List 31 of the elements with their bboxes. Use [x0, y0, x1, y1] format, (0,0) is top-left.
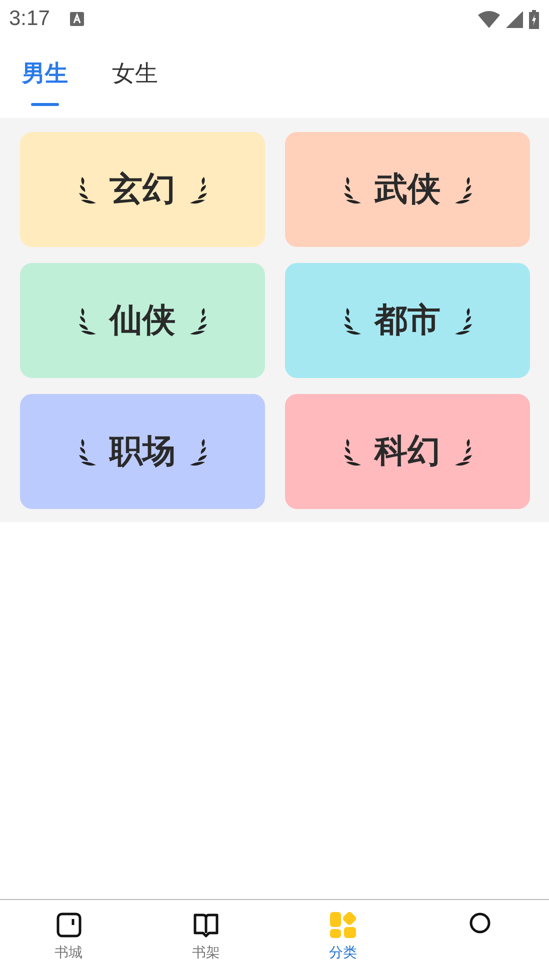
category-tab[interactable]: 男生 — [22, 38, 68, 108]
category-card[interactable]: 仙侠 — [20, 263, 265, 378]
battery-icon — [529, 10, 539, 28]
category-card[interactable]: 玄幻 — [20, 132, 265, 247]
keyboard-notification-icon — [70, 12, 84, 26]
category-label: 科幻 — [374, 430, 440, 472]
category-card[interactable]: 都市 — [285, 263, 530, 378]
category-card[interactable]: 科幻 — [285, 394, 530, 509]
nav-item[interactable]: 分类 — [274, 900, 412, 976]
category-label: 都市 — [374, 299, 440, 341]
category-card[interactable]: 职场 — [20, 394, 265, 509]
signal-icon — [506, 10, 523, 28]
laurel-icon — [452, 436, 474, 466]
open-book-icon — [192, 912, 219, 938]
nav-item[interactable]: 书架 — [137, 900, 274, 976]
category-label: 仙侠 — [110, 299, 176, 341]
laurel-icon — [188, 306, 210, 336]
category-label: 武侠 — [374, 168, 440, 210]
laurel-icon — [188, 436, 210, 466]
nav-item[interactable]: 书城 — [0, 900, 138, 976]
category-card[interactable]: 武侠 — [285, 132, 530, 247]
laurel-icon — [188, 174, 210, 204]
status-time: 3:17 — [9, 7, 50, 31]
wifi-icon — [478, 10, 500, 28]
category-label: 职场 — [110, 430, 176, 472]
category-tab[interactable]: 女生 — [112, 38, 158, 108]
book-icon — [56, 912, 82, 938]
category-icon — [330, 912, 356, 938]
category-label: 玄幻 — [110, 168, 176, 210]
laurel-icon — [452, 306, 474, 336]
laurel-icon — [452, 174, 474, 204]
